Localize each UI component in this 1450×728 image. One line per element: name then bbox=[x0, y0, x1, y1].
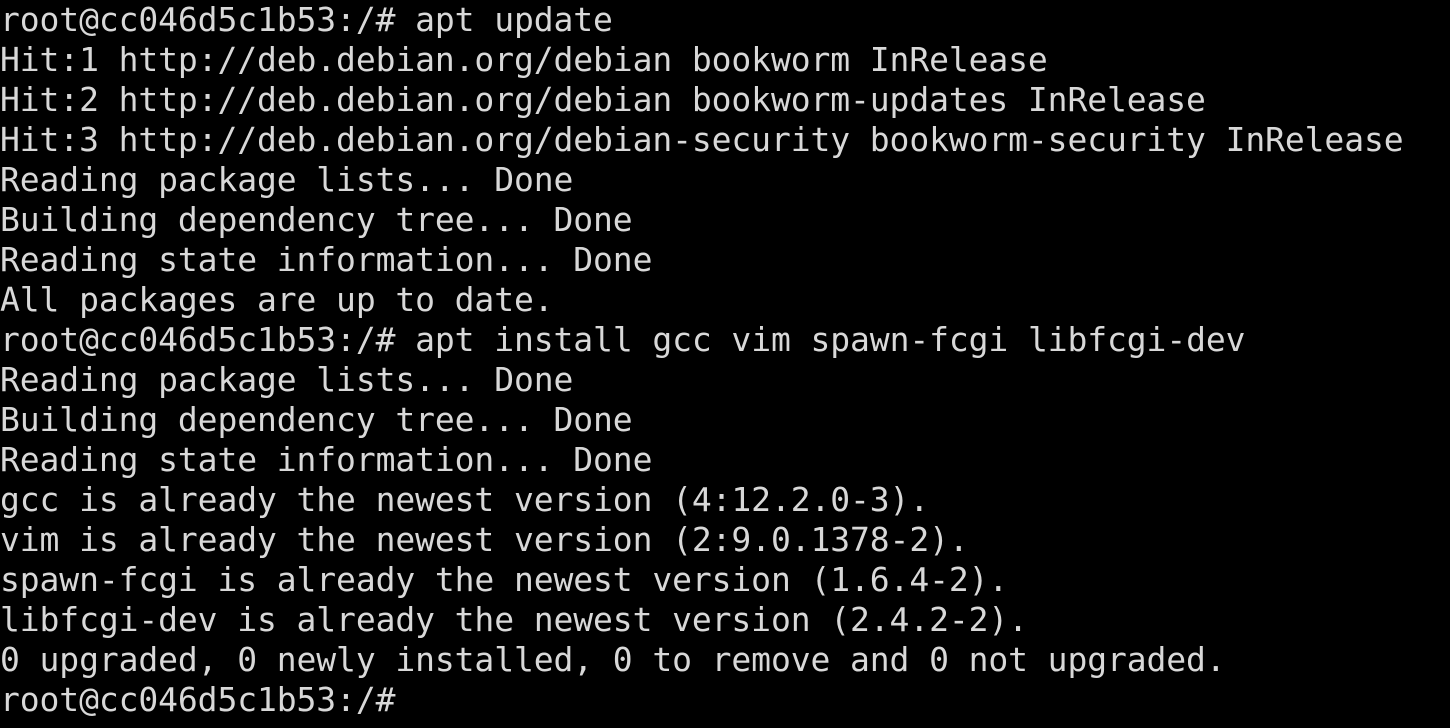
shell-prompt: root@cc046d5c1b53:/# bbox=[0, 0, 396, 39]
output-line: Reading package lists... Done bbox=[0, 360, 574, 399]
output-line: 0 upgraded, 0 newly installed, 0 to remo… bbox=[0, 640, 1226, 679]
shell-prompt: root@cc046d5c1b53:/# bbox=[0, 680, 396, 719]
terminal-window[interactable]: root@cc046d5c1b53:/# apt update Hit:1 ht… bbox=[0, 0, 1450, 728]
command-text: apt update bbox=[415, 0, 613, 39]
command-text: apt install gcc vim spawn-fcgi libfcgi-d… bbox=[415, 320, 1246, 359]
shell-prompt: root@cc046d5c1b53:/# bbox=[0, 320, 396, 359]
output-line: Hit:3 http://deb.debian.org/debian-secur… bbox=[0, 120, 1404, 159]
output-line: vim is already the newest version (2:9.0… bbox=[0, 520, 969, 559]
output-line: gcc is already the newest version (4:12.… bbox=[0, 480, 930, 519]
output-line: Hit:1 http://deb.debian.org/debian bookw… bbox=[0, 40, 1048, 79]
output-line: Reading state information... Done bbox=[0, 440, 653, 479]
output-line: libfcgi-dev is already the newest versio… bbox=[0, 600, 1028, 639]
output-line: Reading state information... Done bbox=[0, 240, 653, 279]
prompt-line: root@cc046d5c1b53:/# apt update bbox=[0, 0, 1450, 40]
output-line: Building dependency tree... Done bbox=[0, 400, 633, 439]
active-prompt-line[interactable]: root@cc046d5c1b53:/# bbox=[0, 680, 1450, 720]
output-line: Hit:2 http://deb.debian.org/debian bookw… bbox=[0, 80, 1206, 119]
output-line: All packages are up to date. bbox=[0, 280, 554, 319]
output-line: Reading package lists... Done bbox=[0, 160, 574, 199]
output-line: spawn-fcgi is already the newest version… bbox=[0, 560, 1009, 599]
output-line: Building dependency tree... Done bbox=[0, 200, 633, 239]
prompt-line: root@cc046d5c1b53:/# apt install gcc vim… bbox=[0, 320, 1450, 360]
